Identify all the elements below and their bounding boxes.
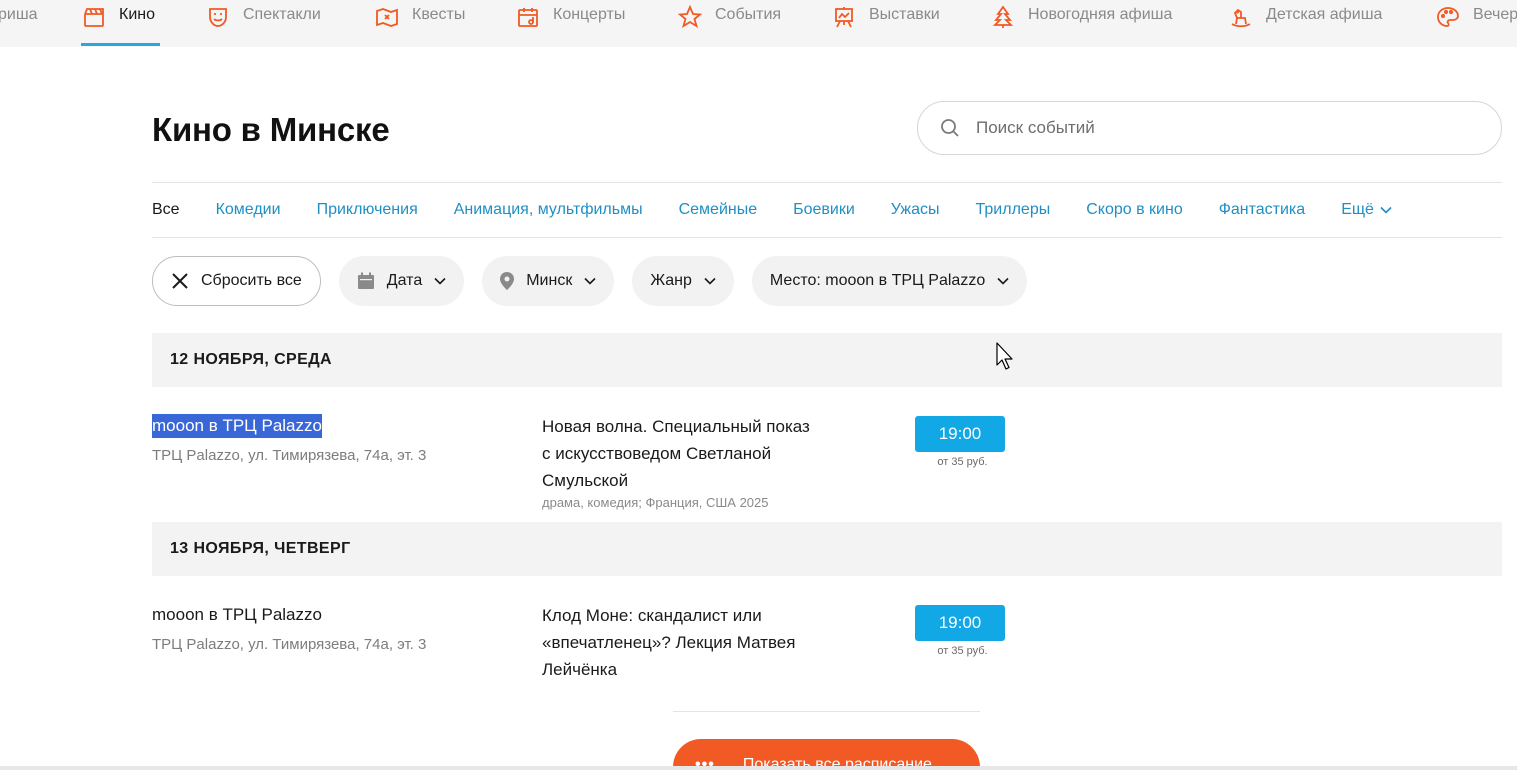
chevron-down-icon [997,277,1009,285]
quest-map-icon [374,4,400,30]
genre-tab-all[interactable]: Все [152,201,180,219]
chevron-down-icon [704,277,716,285]
chevron-down-icon [584,277,596,285]
reset-filters-button[interactable]: Сбросить все [152,256,321,306]
genre-tab-family[interactable]: Семейные [679,201,758,219]
genre-more-label: Ещё [1341,201,1374,218]
palette-icon [1435,4,1461,30]
rocking-horse-icon [1228,4,1254,30]
event-title-link[interactable]: Клод Моне: скандалист или «впечатленец»?… [542,602,812,683]
venue-link[interactable]: mooon в ТРЦ Palazzo [152,603,322,627]
place-filter-label: Место: mooon в ТРЦ Palazzo [769,272,986,289]
christmas-tree-icon [990,4,1016,30]
genre-more-button[interactable]: Ещё [1341,201,1392,219]
chevron-down-icon [434,277,446,285]
active-tab-underline [81,43,160,46]
divider [152,237,1502,238]
search-box[interactable] [917,101,1502,155]
calendar-music-icon [515,4,541,30]
nav-item-label: Новогодняя афиша [1028,6,1173,23]
nav-item-label: Выставки [869,6,940,23]
category-nav: риша Кино Спектакли Квесты Концерты Собы… [0,0,1517,47]
nav-item-label: Детская афиша [1266,6,1383,23]
nav-item-spektakli[interactable]: Спектакли [205,0,321,47]
page-bottom-strip [0,766,1517,770]
genre-tab-adventure[interactable]: Приключения [317,201,418,219]
genre-tab-action[interactable]: Боевики [793,201,855,219]
nav-item-afisha[interactable]: риша [0,0,38,47]
theater-mask-icon [205,4,231,30]
event-genre: драма, комедия; Франция, США 2025 [542,495,769,510]
nav-item-label: Кино [119,6,155,23]
nav-item-kino[interactable]: Кино [81,0,155,47]
date-filter[interactable]: Дата [338,256,465,306]
calendar-icon [357,272,375,290]
place-filter[interactable]: Место: mooon в ТРЦ Palazzo [751,256,1028,306]
nav-item-novogodnyaya[interactable]: Новогодняя афиша [990,0,1172,47]
easel-icon [831,4,857,30]
nav-item-label: Вечер [1473,6,1517,23]
venue-address: ТРЦ Palazzo, ул. Тимирязева, 74а, эт. 3 [152,636,427,653]
genre-tab-scifi[interactable]: Фантастика [1219,201,1305,219]
genre-filter[interactable]: Жанр [632,256,734,306]
clapperboard-icon [81,4,107,30]
date-filter-label: Дата [386,272,423,289]
showtime-button[interactable]: 19:00 [915,416,1005,452]
genre-filter-label: Жанр [650,272,692,289]
venue-link[interactable]: mooon в ТРЦ Palazzo [152,414,322,438]
star-icon [677,4,703,30]
venue-address: ТРЦ Palazzo, ул. Тимирязева, 74а, эт. 3 [152,447,427,464]
genre-tab-comedy[interactable]: Комедии [216,201,281,219]
search-icon [940,118,960,138]
divider [673,711,980,712]
genre-tab-coming-soon[interactable]: Скоро в кино [1086,201,1183,219]
location-pin-icon [500,272,515,290]
nav-item-label: Спектакли [243,6,321,23]
day-header: 12 НОЯБРЯ, СРЕДА [152,333,1502,387]
nav-item-vystavki[interactable]: Выставки [831,0,940,47]
chevron-down-icon [1380,206,1392,214]
showtime-button[interactable]: 19:00 [915,605,1005,641]
genre-tab-horror[interactable]: Ужасы [891,201,940,219]
divider [152,182,1502,183]
reset-label: Сбросить все [201,272,302,289]
nav-item-label: Концерты [553,6,626,23]
nav-item-label: События [715,6,782,23]
nav-item-detskaya[interactable]: Детская афиша [1228,0,1382,47]
nav-item-kvesty[interactable]: Квесты [374,0,465,47]
filter-bar: Сбросить все Дата Минск Жанр Место: mooo… [152,256,1045,306]
city-filter[interactable]: Минск [482,256,615,306]
nav-item-koncerty[interactable]: Концерты [515,0,625,47]
event-title-link[interactable]: Новая волна. Специальный показ с искусст… [542,413,812,494]
mouse-cursor-icon [996,342,1016,372]
nav-item-sobytiya[interactable]: События [677,0,781,47]
genre-tab-thriller[interactable]: Триллеры [976,201,1051,219]
day-header: 13 НОЯБРЯ, ЧЕТВЕРГ [152,522,1502,576]
showtime-price: от 35 руб. [937,456,988,468]
showtime-price: от 35 руб. [937,645,988,657]
city-filter-label: Минск [526,272,573,289]
genre-tabs: Все Комедии Приключения Анимация, мультф… [152,198,1392,222]
search-input[interactable] [976,118,1456,138]
nav-item-label: Квесты [412,6,466,23]
close-icon [171,272,189,290]
page-title: Кино в Минске [152,111,390,148]
genre-tab-animation[interactable]: Анимация, мультфильмы [454,201,643,219]
nav-item-label: риша [0,6,38,23]
nav-item-vecher[interactable]: Вечер [1435,0,1517,47]
